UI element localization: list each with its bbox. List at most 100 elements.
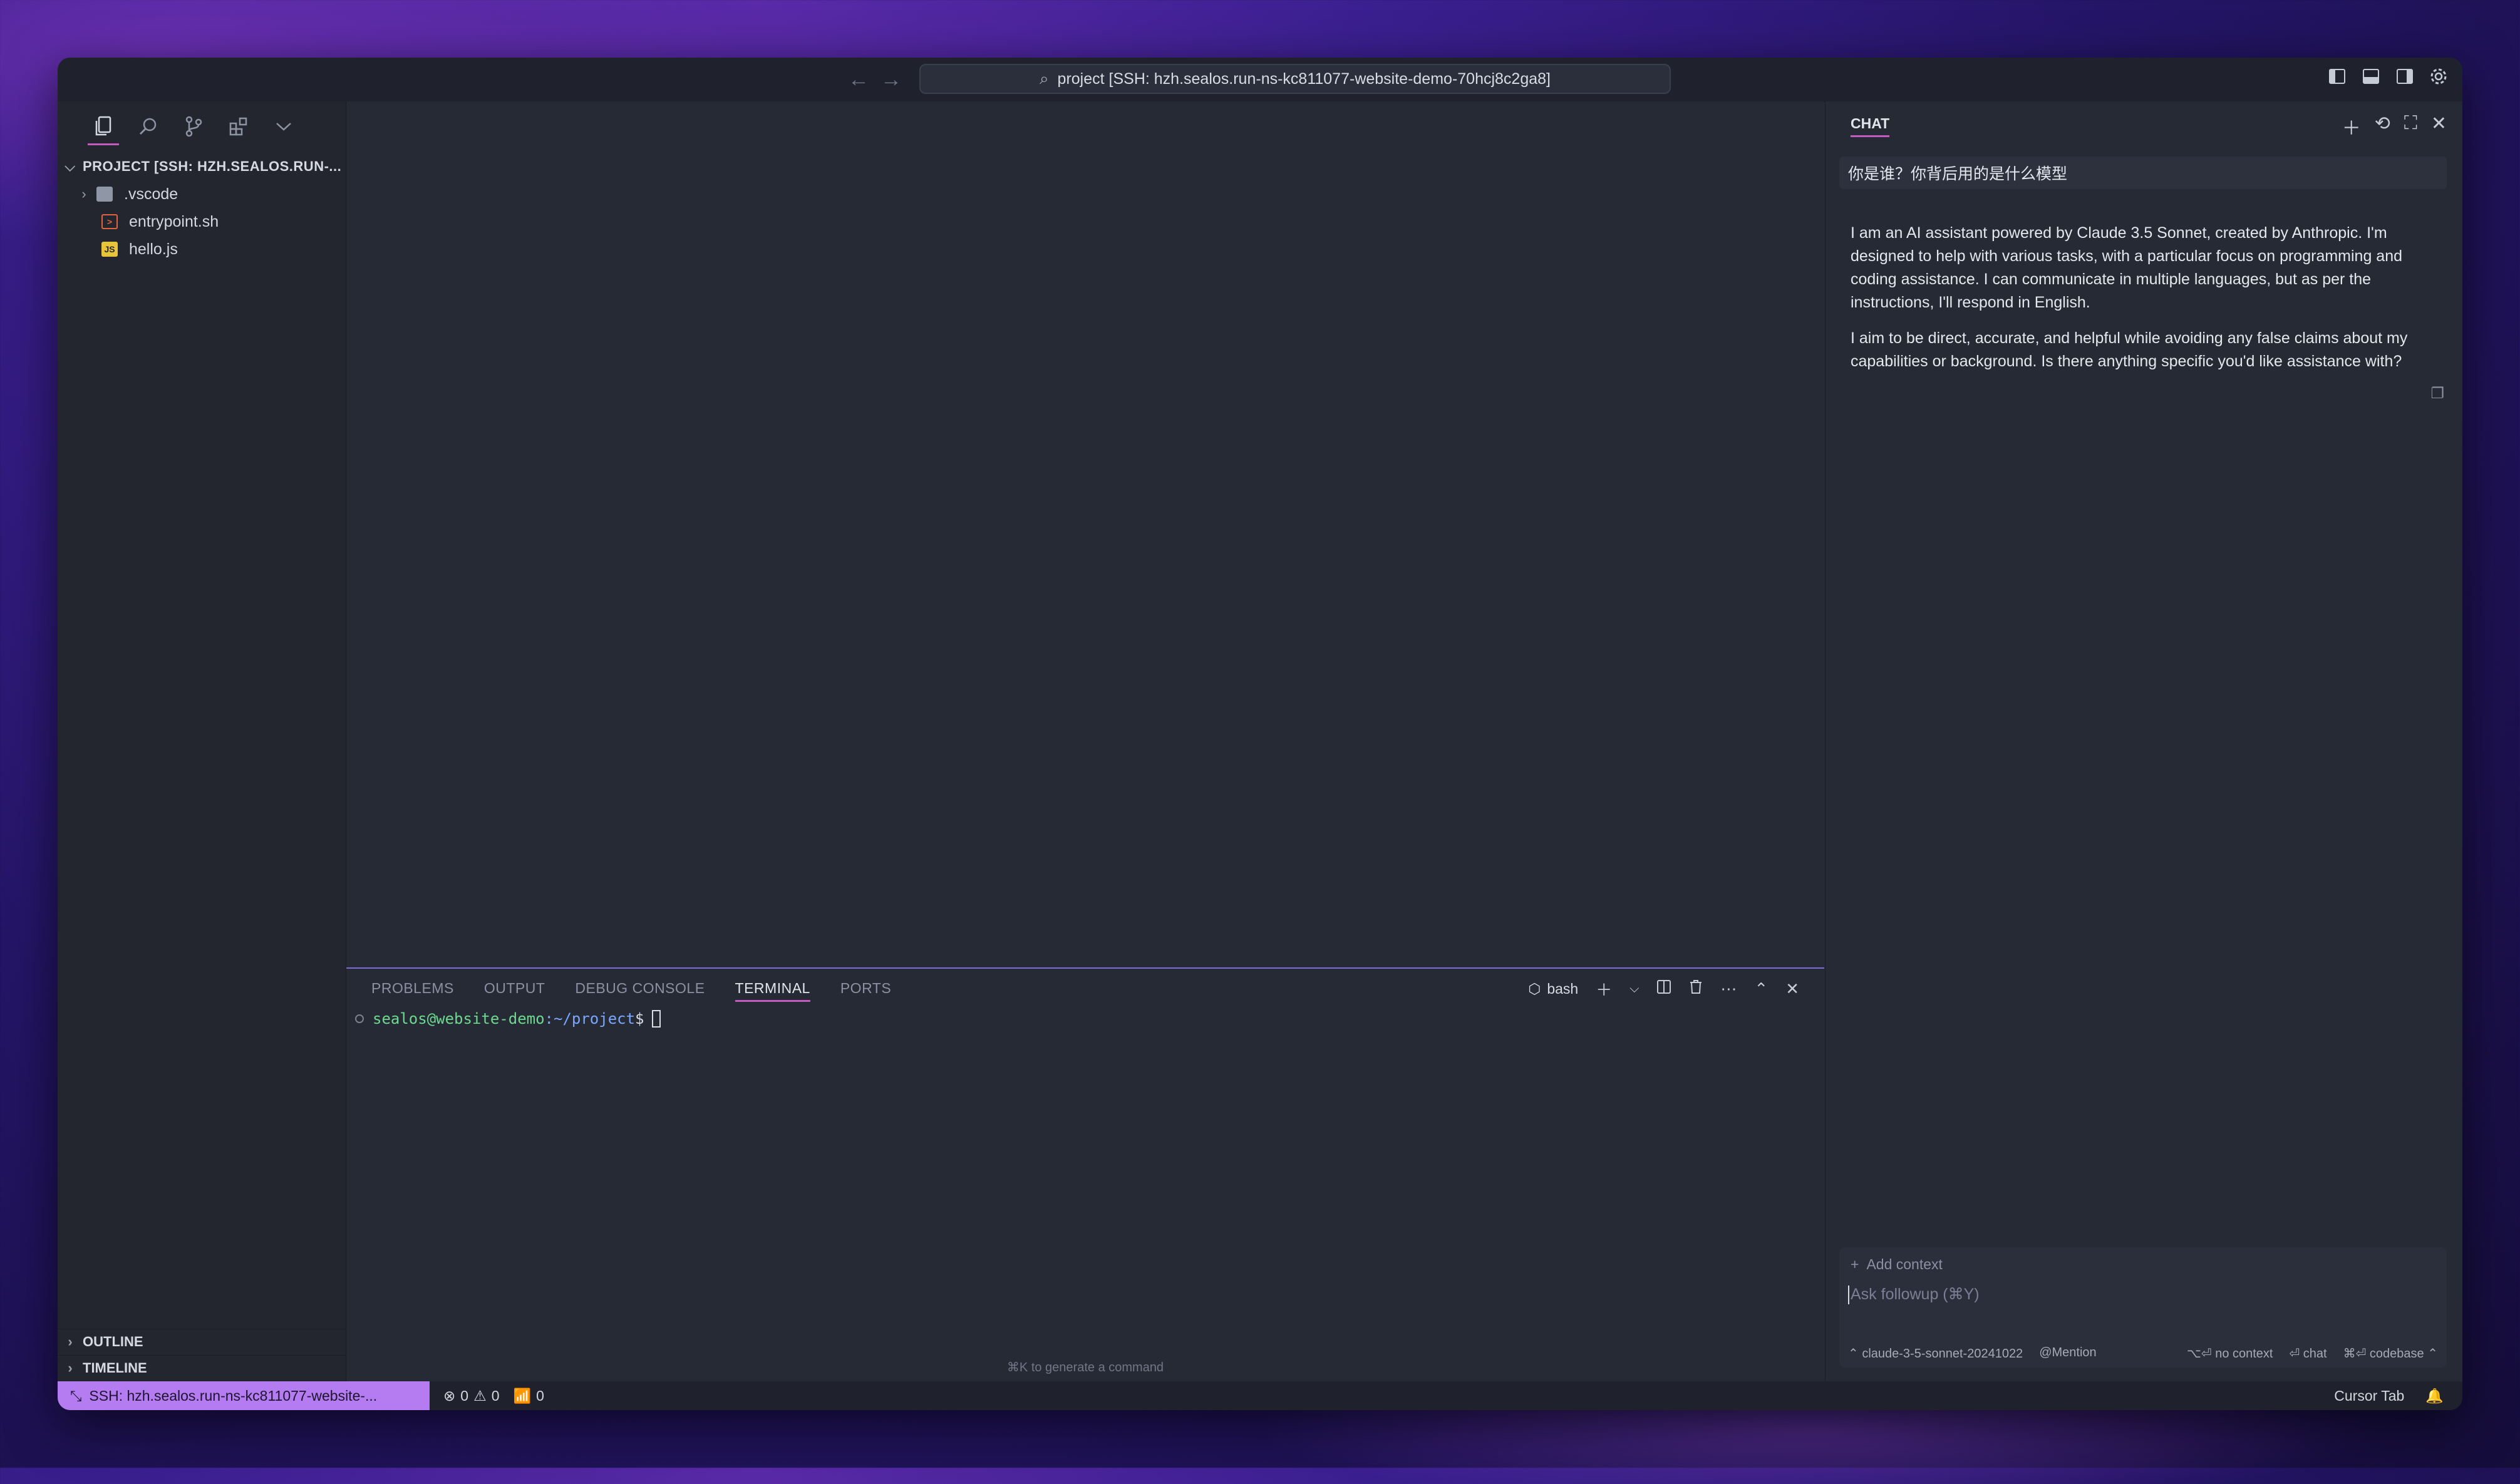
text-caret [1848, 1286, 1849, 1305]
explorer-sidebar: ⌵ PROJECT [SSH: HZH.SEALOS.RUN-... › .vs… [58, 101, 346, 1381]
tree-item-entrypoint[interactable]: > entrypoint.sh [58, 209, 346, 234]
js-file-icon: JS [101, 242, 118, 257]
toggle-secondary-sidebar-icon[interactable] [2395, 66, 2415, 86]
terminal-cursor [651, 1010, 661, 1028]
tree-item-label: hello.js [129, 240, 178, 258]
files-icon[interactable] [88, 114, 119, 145]
bottom-panel: PROBLEMS OUTPUT DEBUG CONSOLE TERMINAL P… [346, 967, 1824, 1383]
cursor-tab-button[interactable]: Cursor Tab [2334, 1388, 2404, 1404]
no-context-button[interactable]: ⌥⏎ no context [2187, 1346, 2273, 1361]
panel-toolbar: ⬡ bash ＋ ⌵ ⋯ ⌃ ✕ [1528, 977, 1799, 1001]
prompt-path: :~/project [544, 1010, 636, 1028]
maximize-icon[interactable]: ⛶ [2404, 113, 2417, 140]
gear-icon[interactable] [2429, 66, 2449, 86]
ports-count: 0 [536, 1387, 544, 1404]
assistant-message: I am an AI assistant powered by Claude 3… [1851, 222, 2444, 386]
close-icon[interactable]: ✕ [1785, 979, 1799, 999]
chevron-down-icon[interactable]: ⌵ [1629, 982, 1639, 996]
assistant-paragraph: I aim to be direct, accurate, and helpfu… [1851, 329, 2408, 370]
close-icon[interactable]: ✕ [2431, 113, 2447, 140]
add-context-button[interactable]: + Add context [1851, 1256, 1943, 1273]
chat-title[interactable]: CHAT [1851, 115, 1890, 137]
timeline-label: TIMELINE [83, 1360, 147, 1376]
command-decoration-icon [355, 1014, 364, 1023]
project-section-header[interactable]: ⌵ PROJECT [SSH: HZH.SEALOS.RUN-... [58, 154, 346, 179]
forward-button[interactable]: → [880, 68, 902, 91]
chevron-right-icon: › [81, 186, 86, 202]
error-count: 0 [460, 1387, 469, 1404]
tree-item-label: .vscode [124, 185, 178, 203]
bell-icon[interactable]: 🔔 [2425, 1388, 2444, 1404]
search-icon[interactable] [138, 114, 159, 139]
remote-icon: ⤡ [70, 1387, 82, 1404]
toggle-panel-icon[interactable] [2361, 66, 2381, 86]
timeline-section[interactable]: › TIMELINE [58, 1355, 346, 1381]
tree-item-hello-js[interactable]: JS hello.js [58, 237, 346, 262]
folder-icon [96, 187, 113, 202]
tree-item-label: entrypoint.sh [129, 212, 219, 230]
panel-tabs: PROBLEMS OUTPUT DEBUG CONSOLE TERMINAL P… [371, 980, 891, 1002]
ports-indicator[interactable]: 📶 0 [514, 1388, 544, 1404]
tab-ports[interactable]: PORTS [840, 980, 891, 1002]
title-bar: ← → ⌕ project [SSH: hzh.sealos.run-ns-kc… [58, 58, 2462, 102]
add-context-label: Add context [1866, 1256, 1943, 1272]
outline-section[interactable]: › OUTLINE [58, 1329, 346, 1354]
shell-name: bash [1547, 981, 1579, 997]
tab-problems[interactable]: PROBLEMS [371, 980, 454, 1002]
mention-button[interactable]: @Mention [2039, 1346, 2096, 1361]
terminal-selector[interactable]: ⬡ bash [1528, 981, 1578, 997]
extensions-icon[interactable] [228, 114, 249, 139]
user-message[interactable]: 你是谁？你背后用的是什么模型 [1839, 157, 2447, 189]
chat-input-footer: ⌃ claude-3-5-sonnet-20241022 @Mention ⌥⏎… [1848, 1346, 2438, 1361]
app-window: ← → ⌕ project [SSH: hzh.sealos.run-ns-kc… [58, 58, 2462, 1410]
chat-input-placeholder: Ask followup (⌘Y) [1851, 1286, 1980, 1303]
more-actions-icon[interactable]: ⋯ [1720, 979, 1737, 999]
shell-file-icon: > [101, 214, 118, 229]
new-chat-icon[interactable]: ＋ [2342, 113, 2361, 140]
tab-output[interactable]: OUTPUT [484, 980, 545, 1002]
tab-debug-console[interactable]: DEBUG CONSOLE [575, 980, 705, 1002]
remote-indicator[interactable]: ⤡ SSH: hzh.sealos.run-ns-kc811077-websit… [58, 1381, 430, 1410]
search-icon: ⌕ [1039, 69, 1049, 88]
terminal-icon: ⬡ [1528, 981, 1541, 997]
back-button[interactable]: ← [848, 68, 869, 91]
terminal-hint: ⌘K to generate a command [1006, 1361, 1164, 1374]
warning-icon: ⚠ [473, 1387, 487, 1404]
status-bar: ⤡ SSH: hzh.sealos.run-ns-kc811077-websit… [58, 1381, 2462, 1410]
history-icon[interactable]: ⟲ [2375, 113, 2390, 140]
chevron-right-icon: › [68, 1334, 73, 1349]
tree-item-vscode[interactable]: › .vscode [58, 182, 346, 207]
new-terminal-icon[interactable]: ＋ [1596, 977, 1612, 1001]
project-title: PROJECT [SSH: HZH.SEALOS.RUN-... [83, 158, 342, 174]
trash-icon[interactable] [1689, 979, 1703, 999]
chevron-down-icon: ⌵ [65, 158, 76, 174]
chat-toolbar: ＋ ⟲ ⛶ ✕ [2342, 113, 2447, 140]
codebase-submit-button[interactable]: ⌘⏎ codebase ⌃ [2343, 1346, 2438, 1361]
mention-label: Mention [2052, 1346, 2097, 1359]
command-center[interactable]: ⌕ project [SSH: hzh.sealos.run-ns-kc8110… [919, 64, 1671, 94]
split-terminal-icon[interactable] [1656, 979, 1671, 999]
source-control-icon[interactable] [183, 114, 204, 139]
plus-icon: + [1851, 1256, 1859, 1272]
copy-icon[interactable]: ❐ [2430, 384, 2444, 403]
tab-terminal[interactable]: TERMINAL [735, 980, 811, 1002]
terminal-prompt[interactable]: sealos@website-demo :~/project $ [355, 1010, 661, 1028]
toggle-primary-sidebar-icon[interactable] [2327, 66, 2347, 86]
editor-area[interactable] [346, 101, 1824, 967]
model-name: claude-3-5-sonnet-20241022 [1862, 1347, 2023, 1361]
chat-submit-button[interactable]: ⏎ chat [2289, 1346, 2326, 1361]
model-selector[interactable]: ⌃ claude-3-5-sonnet-20241022 [1848, 1346, 2023, 1361]
prompt-user: sealos@website-demo [373, 1010, 545, 1028]
chevron-right-icon: › [68, 1360, 73, 1376]
chat-panel: CHAT ＋ ⟲ ⛶ ✕ 你是谁？你背后用的是什么模型 I am an AI a… [1825, 101, 2462, 1381]
prompt-symbol: $ [635, 1010, 644, 1028]
broadcast-icon: 📶 [513, 1387, 532, 1404]
remote-label: SSH: hzh.sealos.run-ns-kc811077-website-… [89, 1387, 378, 1404]
codebase-label: ⌘⏎ codebase [2343, 1347, 2424, 1361]
chat-input-box: + Add context Ask followup (⌘Y) ⌃ claude… [1839, 1247, 2447, 1368]
command-center-label: project [SSH: hzh.sealos.run-ns-kc811077… [1057, 70, 1551, 88]
chevron-down-icon[interactable] [273, 114, 294, 139]
chat-input[interactable]: Ask followup (⌘Y) [1848, 1285, 1980, 1305]
problems-indicator[interactable]: ⊗ 0 ⚠ 0 [443, 1388, 500, 1404]
maximize-panel-icon[interactable]: ⌃ [1754, 979, 1768, 999]
